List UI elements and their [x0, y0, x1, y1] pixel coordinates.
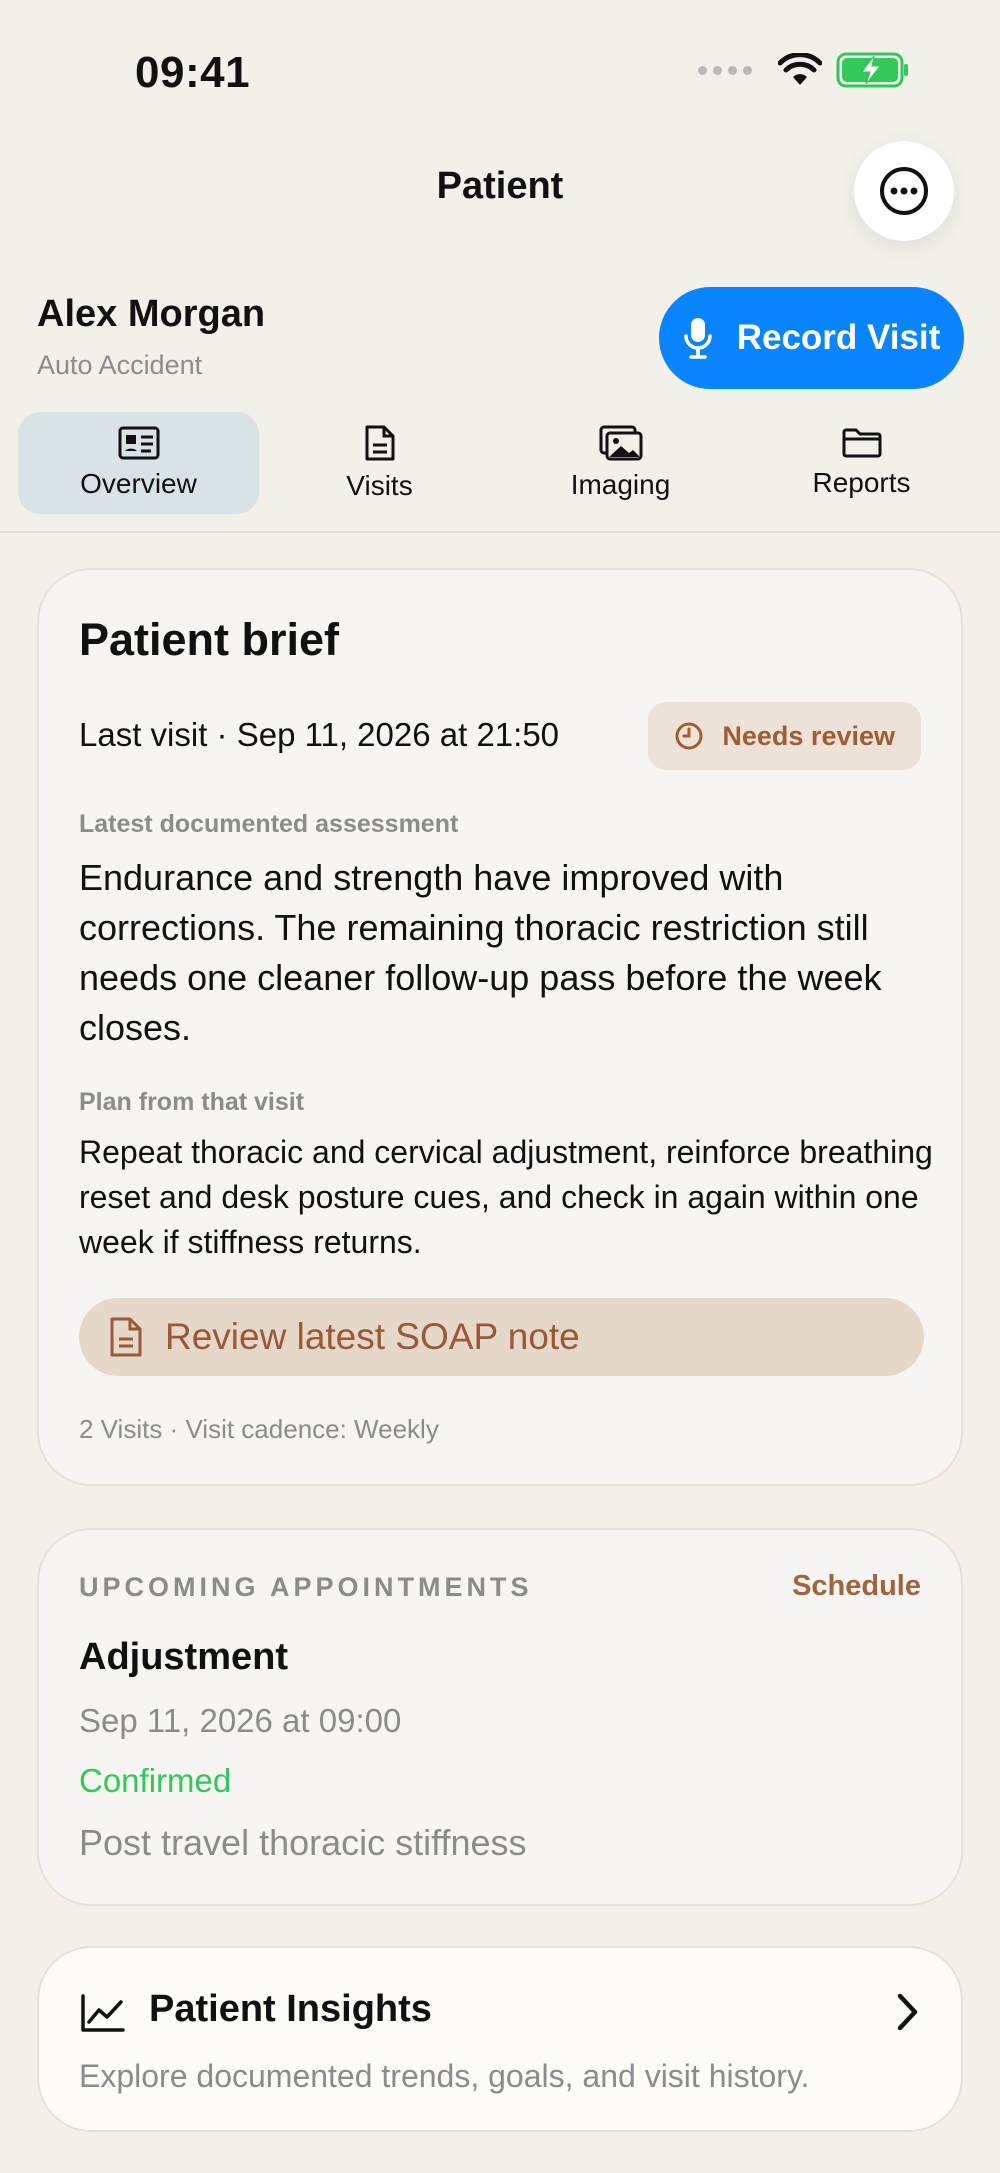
- battery-charging-icon: [836, 52, 908, 88]
- appointment-date: Sep 11, 2026 at 09:00: [79, 1702, 402, 1739]
- document-icon: [110, 1317, 142, 1357]
- page-title: Patient: [436, 165, 564, 207]
- insights-title: Patient Insights: [149, 1988, 432, 2030]
- tab-overview[interactable]: Overview: [18, 412, 259, 514]
- tab-imaging[interactable]: Imaging: [500, 412, 741, 514]
- patient-case-type: Auto Accident: [37, 350, 203, 380]
- assessment-text: Endurance and strength have improved wit…: [79, 857, 882, 1048]
- patient-insights-card[interactable]: Patient Insights Explore documented tren…: [37, 1946, 963, 2132]
- tab-overview-label: Overview: [80, 468, 197, 499]
- tab-divider: [0, 531, 1000, 533]
- visit-summary-meta: 2 Visits · Visit cadence: Weekly: [79, 1414, 439, 1444]
- cellular-signal-icon: [698, 65, 752, 75]
- needs-review-badge: Needs review: [648, 702, 921, 770]
- appointments-section-title: UPCOMING APPOINTMENTS: [79, 1572, 533, 1602]
- record-visit-button[interactable]: Record Visit: [659, 287, 964, 389]
- id-card-icon: [118, 426, 159, 460]
- assessment-label: Latest documented assessment: [79, 810, 459, 838]
- insights-subtitle: Explore documented trends, goals, and vi…: [79, 2058, 810, 2094]
- chart-line-icon: [81, 1994, 125, 2032]
- patient-brief-card: Patient brief Last visit · Sep 11, 2026 …: [37, 568, 963, 1486]
- needs-review-label: Needs review: [722, 720, 895, 751]
- tab-reports[interactable]: Reports: [741, 412, 982, 514]
- review-soap-note-label: Review latest SOAP note: [165, 1316, 580, 1357]
- brief-title: Patient brief: [79, 614, 340, 665]
- tab-imaging-label: Imaging: [570, 469, 671, 500]
- tab-visits-label: Visits: [346, 470, 413, 501]
- document-icon: [365, 425, 394, 461]
- folder-icon: [842, 428, 881, 458]
- status-icons: [698, 52, 910, 88]
- tab-bar: Overview Visits Imaging Reports: [18, 412, 982, 514]
- wifi-icon: [778, 53, 822, 85]
- images-icon: [599, 425, 642, 461]
- ellipsis-circle-icon: [880, 167, 928, 215]
- record-visit-label: Record Visit: [736, 318, 941, 357]
- last-visit-text: Last visit · Sep 11, 2026 at 21:50: [79, 716, 560, 753]
- appointment-status: Confirmed: [79, 1762, 232, 1799]
- appointment-type[interactable]: Adjustment: [79, 1636, 288, 1679]
- plan-text: Repeat thoracic and cervical adjustment,…: [79, 1134, 933, 1260]
- more-options-button[interactable]: [854, 141, 954, 241]
- plan-label: Plan from that visit: [79, 1088, 305, 1116]
- tab-visits[interactable]: Visits: [259, 412, 500, 514]
- status-time: 09:41: [135, 48, 251, 97]
- tab-reports-label: Reports: [812, 467, 911, 498]
- upcoming-appointments-card: UPCOMING APPOINTMENTS Schedule Adjustmen…: [37, 1528, 963, 1906]
- review-soap-note-button[interactable]: Review latest SOAP note: [79, 1298, 924, 1376]
- microphone-icon: [683, 318, 712, 359]
- patient-name: Alex Morgan: [37, 293, 266, 335]
- clock-icon: [675, 722, 703, 750]
- chevron-right-icon: [897, 1993, 918, 2031]
- schedule-button[interactable]: Schedule: [792, 1570, 921, 1603]
- appointment-reason: Post travel thoracic stiffness: [79, 1822, 527, 1863]
